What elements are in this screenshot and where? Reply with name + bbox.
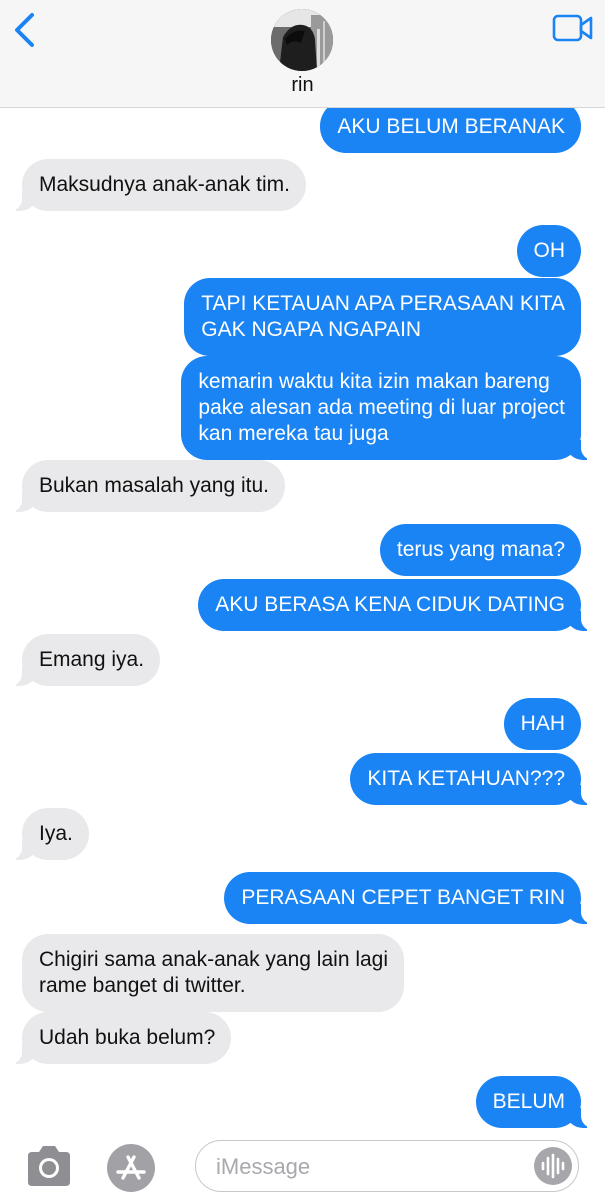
message-bubble-incoming[interactable]: Iya. [8, 808, 89, 860]
contact-name[interactable]: rin [0, 74, 605, 97]
message-bubble-outgoing[interactable]: AKU BERASA KENA CIDUK DATING [198, 579, 595, 631]
message-bubble-outgoing[interactable]: BELUM [475, 1076, 596, 1128]
message-bubble-incoming[interactable]: Emang iya. [7, 634, 161, 686]
message-bubble-incoming[interactable]: Bukan masalah yang itu. [8, 460, 285, 512]
app-store-button[interactable] [106, 1143, 156, 1193]
message-thread[interactable]: AKU BELUM BERANAK Maksudnya anak-anak ti… [0, 108, 605, 1136]
audio-waveform-icon [541, 1153, 565, 1179]
message-bubble-outgoing[interactable]: terus yang mana? [379, 524, 581, 576]
contact-avatar[interactable] [271, 9, 333, 71]
message-input[interactable] [216, 1152, 516, 1182]
message-bubble-outgoing[interactable]: KITA KETAHUAN??? [350, 753, 595, 805]
app-store-icon [107, 1144, 155, 1192]
video-camera-icon [552, 14, 593, 42]
camera-button[interactable] [24, 1144, 74, 1188]
message-bubble-outgoing[interactable]: HAH [503, 698, 581, 750]
camera-icon [28, 1146, 70, 1186]
message-input-box[interactable] [195, 1140, 579, 1192]
conversation-header: rin [0, 0, 605, 108]
message-bubble-outgoing[interactable]: TAPI KETAUAN APA PERASAAN KITA GAK NGAPA… [184, 278, 581, 356]
message-bubble-outgoing[interactable]: PERASAAN CEPET BANGET RIN [224, 872, 595, 924]
message-bubble-outgoing[interactable]: kemarin waktu kita izin makan bareng pak… [181, 356, 595, 460]
message-bubble-incoming[interactable]: Chigiri sama anak-anak yang lain lagi ra… [22, 934, 405, 1012]
chevron-left-icon [15, 13, 34, 47]
message-bubble-incoming[interactable]: Udah buka belum? [7, 1012, 232, 1064]
message-bubble-outgoing[interactable]: OH [516, 225, 581, 277]
message-composer [0, 1136, 605, 1200]
audio-message-button[interactable] [534, 1147, 572, 1185]
message-bubble-incoming[interactable]: Maksudnya anak-anak tim. [8, 159, 306, 211]
message-bubble-outgoing[interactable]: AKU BELUM BERANAK [320, 108, 581, 153]
back-button[interactable] [10, 12, 40, 48]
video-call-button[interactable] [552, 14, 594, 42]
